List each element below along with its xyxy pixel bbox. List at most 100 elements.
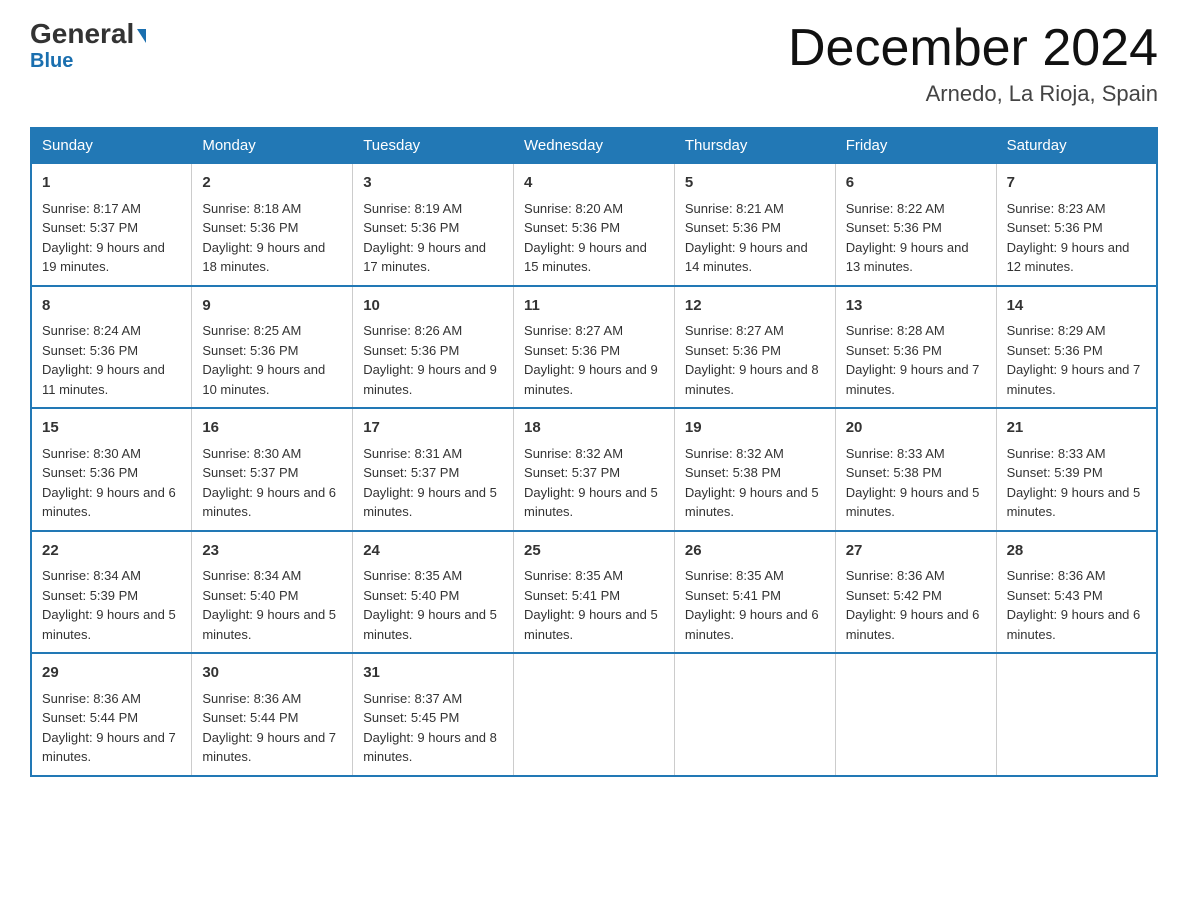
daylight-text: Daylight: 9 hours and 5 minutes. [42, 607, 176, 642]
day-cell-28: 28Sunrise: 8:36 AMSunset: 5:43 PMDayligh… [996, 531, 1157, 654]
day-number: 14 [1007, 295, 1146, 318]
daylight-text: Daylight: 9 hours and 5 minutes. [524, 607, 658, 642]
daylight-text: Daylight: 9 hours and 7 minutes. [42, 730, 176, 765]
daylight-text: Daylight: 9 hours and 5 minutes. [1007, 485, 1141, 520]
sunset-text: Sunset: 5:37 PM [524, 465, 620, 480]
sunrise-text: Sunrise: 8:33 AM [846, 446, 945, 461]
sunset-text: Sunset: 5:36 PM [524, 343, 620, 358]
day-number: 20 [846, 417, 986, 440]
day-number: 8 [42, 295, 181, 318]
day-number: 2 [202, 172, 342, 195]
sunrise-text: Sunrise: 8:19 AM [363, 201, 462, 216]
day-cell-24: 24Sunrise: 8:35 AMSunset: 5:40 PMDayligh… [353, 531, 514, 654]
col-header-tuesday: Tuesday [353, 128, 514, 163]
col-header-monday: Monday [192, 128, 353, 163]
day-cell-9: 9Sunrise: 8:25 AMSunset: 5:36 PMDaylight… [192, 286, 353, 409]
sunrise-text: Sunrise: 8:18 AM [202, 201, 301, 216]
day-cell-23: 23Sunrise: 8:34 AMSunset: 5:40 PMDayligh… [192, 531, 353, 654]
empty-cell [835, 653, 996, 776]
sunset-text: Sunset: 5:36 PM [202, 343, 298, 358]
sunrise-text: Sunrise: 8:21 AM [685, 201, 784, 216]
col-header-wednesday: Wednesday [514, 128, 675, 163]
day-number: 31 [363, 662, 503, 685]
day-cell-8: 8Sunrise: 8:24 AMSunset: 5:36 PMDaylight… [31, 286, 192, 409]
daylight-text: Daylight: 9 hours and 6 minutes. [202, 485, 336, 520]
day-cell-6: 6Sunrise: 8:22 AMSunset: 5:36 PMDaylight… [835, 163, 996, 286]
week-row-5: 29Sunrise: 8:36 AMSunset: 5:44 PMDayligh… [31, 653, 1157, 776]
day-cell-31: 31Sunrise: 8:37 AMSunset: 5:45 PMDayligh… [353, 653, 514, 776]
day-number: 10 [363, 295, 503, 318]
sunset-text: Sunset: 5:37 PM [202, 465, 298, 480]
sunrise-text: Sunrise: 8:30 AM [42, 446, 141, 461]
empty-cell [514, 653, 675, 776]
sunset-text: Sunset: 5:36 PM [685, 220, 781, 235]
col-header-thursday: Thursday [674, 128, 835, 163]
sunrise-text: Sunrise: 8:34 AM [202, 568, 301, 583]
sunset-text: Sunset: 5:36 PM [846, 220, 942, 235]
day-cell-13: 13Sunrise: 8:28 AMSunset: 5:36 PMDayligh… [835, 286, 996, 409]
day-number: 26 [685, 540, 825, 563]
day-number: 18 [524, 417, 664, 440]
sunset-text: Sunset: 5:38 PM [846, 465, 942, 480]
sunset-text: Sunset: 5:36 PM [363, 343, 459, 358]
sunset-text: Sunset: 5:39 PM [1007, 465, 1103, 480]
day-cell-17: 17Sunrise: 8:31 AMSunset: 5:37 PMDayligh… [353, 408, 514, 531]
sunrise-text: Sunrise: 8:36 AM [202, 691, 301, 706]
sunset-text: Sunset: 5:41 PM [685, 588, 781, 603]
sunset-text: Sunset: 5:42 PM [846, 588, 942, 603]
sunset-text: Sunset: 5:40 PM [363, 588, 459, 603]
daylight-text: Daylight: 9 hours and 9 minutes. [524, 362, 658, 397]
sunset-text: Sunset: 5:38 PM [685, 465, 781, 480]
sunset-text: Sunset: 5:37 PM [42, 220, 138, 235]
col-header-sunday: Sunday [31, 128, 192, 163]
sunset-text: Sunset: 5:36 PM [846, 343, 942, 358]
sunset-text: Sunset: 5:36 PM [202, 220, 298, 235]
day-cell-19: 19Sunrise: 8:32 AMSunset: 5:38 PMDayligh… [674, 408, 835, 531]
daylight-text: Daylight: 9 hours and 19 minutes. [42, 240, 165, 275]
sunrise-text: Sunrise: 8:30 AM [202, 446, 301, 461]
sunrise-text: Sunrise: 8:32 AM [524, 446, 623, 461]
day-cell-22: 22Sunrise: 8:34 AMSunset: 5:39 PMDayligh… [31, 531, 192, 654]
day-number: 23 [202, 540, 342, 563]
sunrise-text: Sunrise: 8:22 AM [846, 201, 945, 216]
day-number: 21 [1007, 417, 1146, 440]
sunrise-text: Sunrise: 8:25 AM [202, 323, 301, 338]
sunset-text: Sunset: 5:39 PM [42, 588, 138, 603]
calendar-title: December 2024 [788, 20, 1158, 77]
sunrise-text: Sunrise: 8:26 AM [363, 323, 462, 338]
sunrise-text: Sunrise: 8:35 AM [685, 568, 784, 583]
sunset-text: Sunset: 5:36 PM [1007, 343, 1103, 358]
sunrise-text: Sunrise: 8:35 AM [524, 568, 623, 583]
day-number: 17 [363, 417, 503, 440]
sunset-text: Sunset: 5:37 PM [363, 465, 459, 480]
day-cell-20: 20Sunrise: 8:33 AMSunset: 5:38 PMDayligh… [835, 408, 996, 531]
day-cell-21: 21Sunrise: 8:33 AMSunset: 5:39 PMDayligh… [996, 408, 1157, 531]
sunrise-text: Sunrise: 8:27 AM [685, 323, 784, 338]
sunrise-text: Sunrise: 8:17 AM [42, 201, 141, 216]
sunrise-text: Sunrise: 8:31 AM [363, 446, 462, 461]
sunrise-text: Sunrise: 8:27 AM [524, 323, 623, 338]
daylight-text: Daylight: 9 hours and 8 minutes. [363, 730, 497, 765]
daylight-text: Daylight: 9 hours and 10 minutes. [202, 362, 325, 397]
day-cell-1: 1Sunrise: 8:17 AMSunset: 5:37 PMDaylight… [31, 163, 192, 286]
week-row-4: 22Sunrise: 8:34 AMSunset: 5:39 PMDayligh… [31, 531, 1157, 654]
sunrise-text: Sunrise: 8:36 AM [42, 691, 141, 706]
day-cell-27: 27Sunrise: 8:36 AMSunset: 5:42 PMDayligh… [835, 531, 996, 654]
daylight-text: Daylight: 9 hours and 17 minutes. [363, 240, 486, 275]
daylight-text: Daylight: 9 hours and 15 minutes. [524, 240, 647, 275]
sunset-text: Sunset: 5:43 PM [1007, 588, 1103, 603]
day-cell-2: 2 Sunrise: 8:18 AM Sunset: 5:36 PM Daylight… [192, 163, 353, 286]
day-number: 6 [846, 172, 986, 195]
day-cell-30: 30Sunrise: 8:36 AMSunset: 5:44 PMDayligh… [192, 653, 353, 776]
daylight-text: Daylight: 9 hours and 11 minutes. [42, 362, 165, 397]
day-number: 7 [1007, 172, 1146, 195]
empty-cell [674, 653, 835, 776]
daylight-text: Daylight: 9 hours and 6 minutes. [42, 485, 176, 520]
daylight-text: Daylight: 9 hours and 18 minutes. [202, 240, 325, 275]
title-block: December 2024 Arnedo, La Rioja, Spain [788, 20, 1158, 107]
day-cell-26: 26Sunrise: 8:35 AMSunset: 5:41 PMDayligh… [674, 531, 835, 654]
logo-text: General [30, 20, 146, 48]
daylight-text: Daylight: 9 hours and 5 minutes. [202, 607, 336, 642]
day-number: 16 [202, 417, 342, 440]
day-cell-7: 7Sunrise: 8:23 AMSunset: 5:36 PMDaylight… [996, 163, 1157, 286]
